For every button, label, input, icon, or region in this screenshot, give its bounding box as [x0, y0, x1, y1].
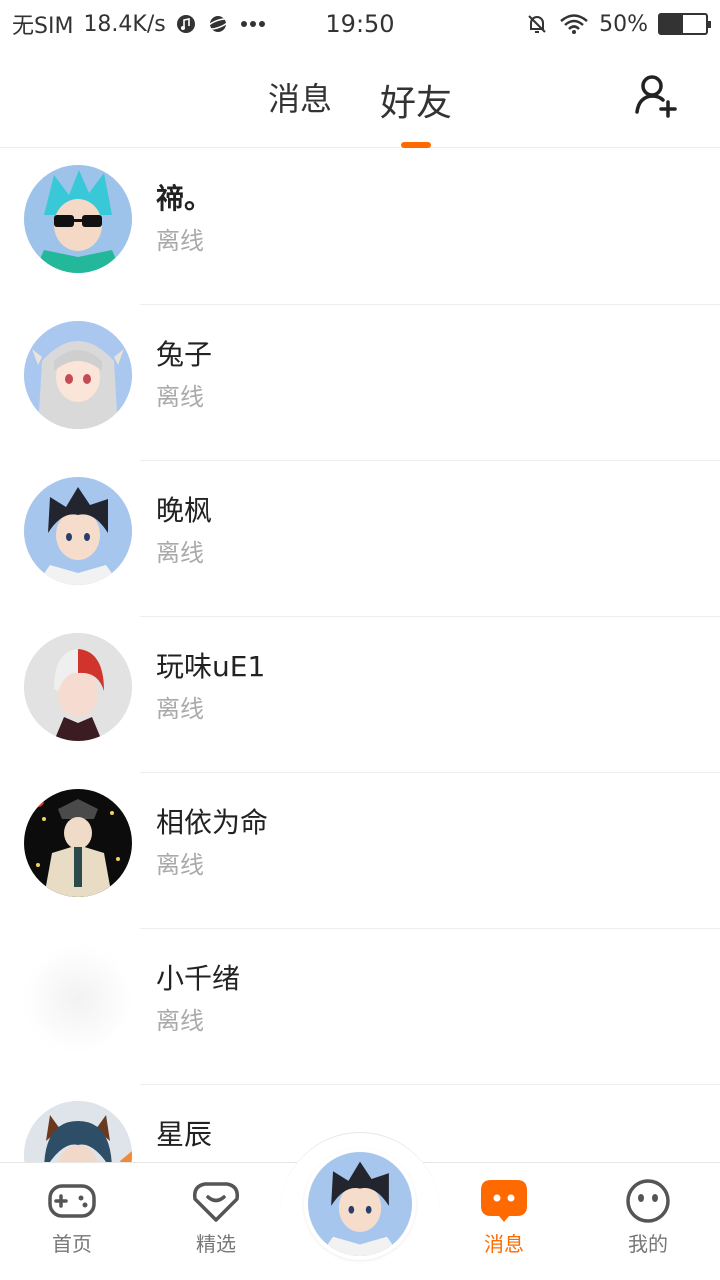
status-right: 50%	[525, 11, 711, 37]
tab-messages[interactable]: 消息	[268, 74, 332, 126]
avatar	[24, 321, 132, 429]
mute-bell-icon	[525, 12, 549, 36]
battery-text: 50%	[599, 11, 648, 37]
friend-row[interactable]: 小千绪 离线	[0, 929, 720, 1085]
top-header: 消息 好友	[0, 48, 720, 148]
avatar	[24, 945, 132, 1053]
planet-icon	[206, 14, 230, 34]
nav-home[interactable]: 首页	[22, 1178, 122, 1257]
friend-name: 禘。	[156, 182, 213, 215]
friends-screen: 无SIM 18.4K/s 19:50 50% 消息 好友 禘。 离线 兔子 离线…	[0, 0, 720, 1280]
avatar	[24, 789, 132, 897]
gamepad-icon	[48, 1184, 96, 1218]
network-speed: 18.4K/s	[83, 11, 166, 37]
friend-status: 离线	[156, 383, 204, 411]
friend-row[interactable]: 兔子 离线	[0, 305, 720, 461]
nav-me[interactable]: 我的	[598, 1178, 698, 1257]
add-friend-button[interactable]	[632, 72, 680, 120]
friend-name: 晚枫	[156, 494, 213, 527]
more-dots-icon	[240, 20, 266, 28]
nav-featured[interactable]: 精选	[166, 1178, 266, 1257]
center-profile-avatar[interactable]	[304, 1148, 416, 1260]
nav-featured-label: 精选	[196, 1232, 236, 1256]
avatar	[24, 633, 132, 741]
friend-name: 相依为命	[156, 806, 269, 839]
tab-friends[interactable]: 好友	[380, 74, 453, 148]
nav-home-label: 首页	[52, 1232, 92, 1256]
friend-status: 离线	[156, 695, 204, 723]
status-left: 无SIM 18.4K/s	[12, 8, 266, 40]
friend-name: 小千绪	[156, 962, 241, 995]
nav-me-label: 我的	[628, 1232, 668, 1256]
face-icon	[626, 1179, 670, 1223]
nav-messages-label: 消息	[484, 1232, 524, 1256]
friend-list: 禘。 离线 兔子 离线 晚枫 离线 玩味uE1 离线 相依为命 离线 小千绪 离…	[0, 149, 720, 1241]
friend-status: 离线	[156, 851, 204, 879]
avatar	[24, 165, 132, 273]
carrier-text: 无SIM	[12, 14, 74, 39]
tab-messages-label: 消息	[267, 80, 332, 118]
tab-friends-label: 好友	[380, 83, 453, 124]
add-friend-icon	[635, 75, 677, 118]
tab-bar: 消息 好友	[0, 74, 720, 148]
wifi-icon	[559, 13, 589, 35]
friend-row[interactable]: 相依为命 离线	[0, 773, 720, 929]
friend-name: 玩味uE1	[156, 650, 266, 683]
friend-row[interactable]: 禘。 离线	[0, 149, 720, 305]
active-tab-indicator	[401, 142, 431, 148]
friend-status: 离线	[156, 227, 204, 255]
heart-tag-icon	[192, 1182, 240, 1222]
message-bubble-icon	[481, 1180, 527, 1222]
nav-messages[interactable]: 消息	[454, 1178, 554, 1257]
friend-row[interactable]: 晚枫 离线	[0, 461, 720, 617]
friend-status: 离线	[156, 539, 204, 567]
music-icon	[176, 14, 196, 34]
avatar	[24, 477, 132, 585]
friend-name: 星辰	[156, 1118, 213, 1151]
battery-icon	[658, 13, 711, 35]
friend-row[interactable]: 玩味uE1 离线	[0, 617, 720, 773]
friend-name: 兔子	[156, 338, 213, 371]
status-bar: 无SIM 18.4K/s 19:50 50%	[0, 0, 720, 48]
friend-status: 离线	[156, 1007, 204, 1035]
